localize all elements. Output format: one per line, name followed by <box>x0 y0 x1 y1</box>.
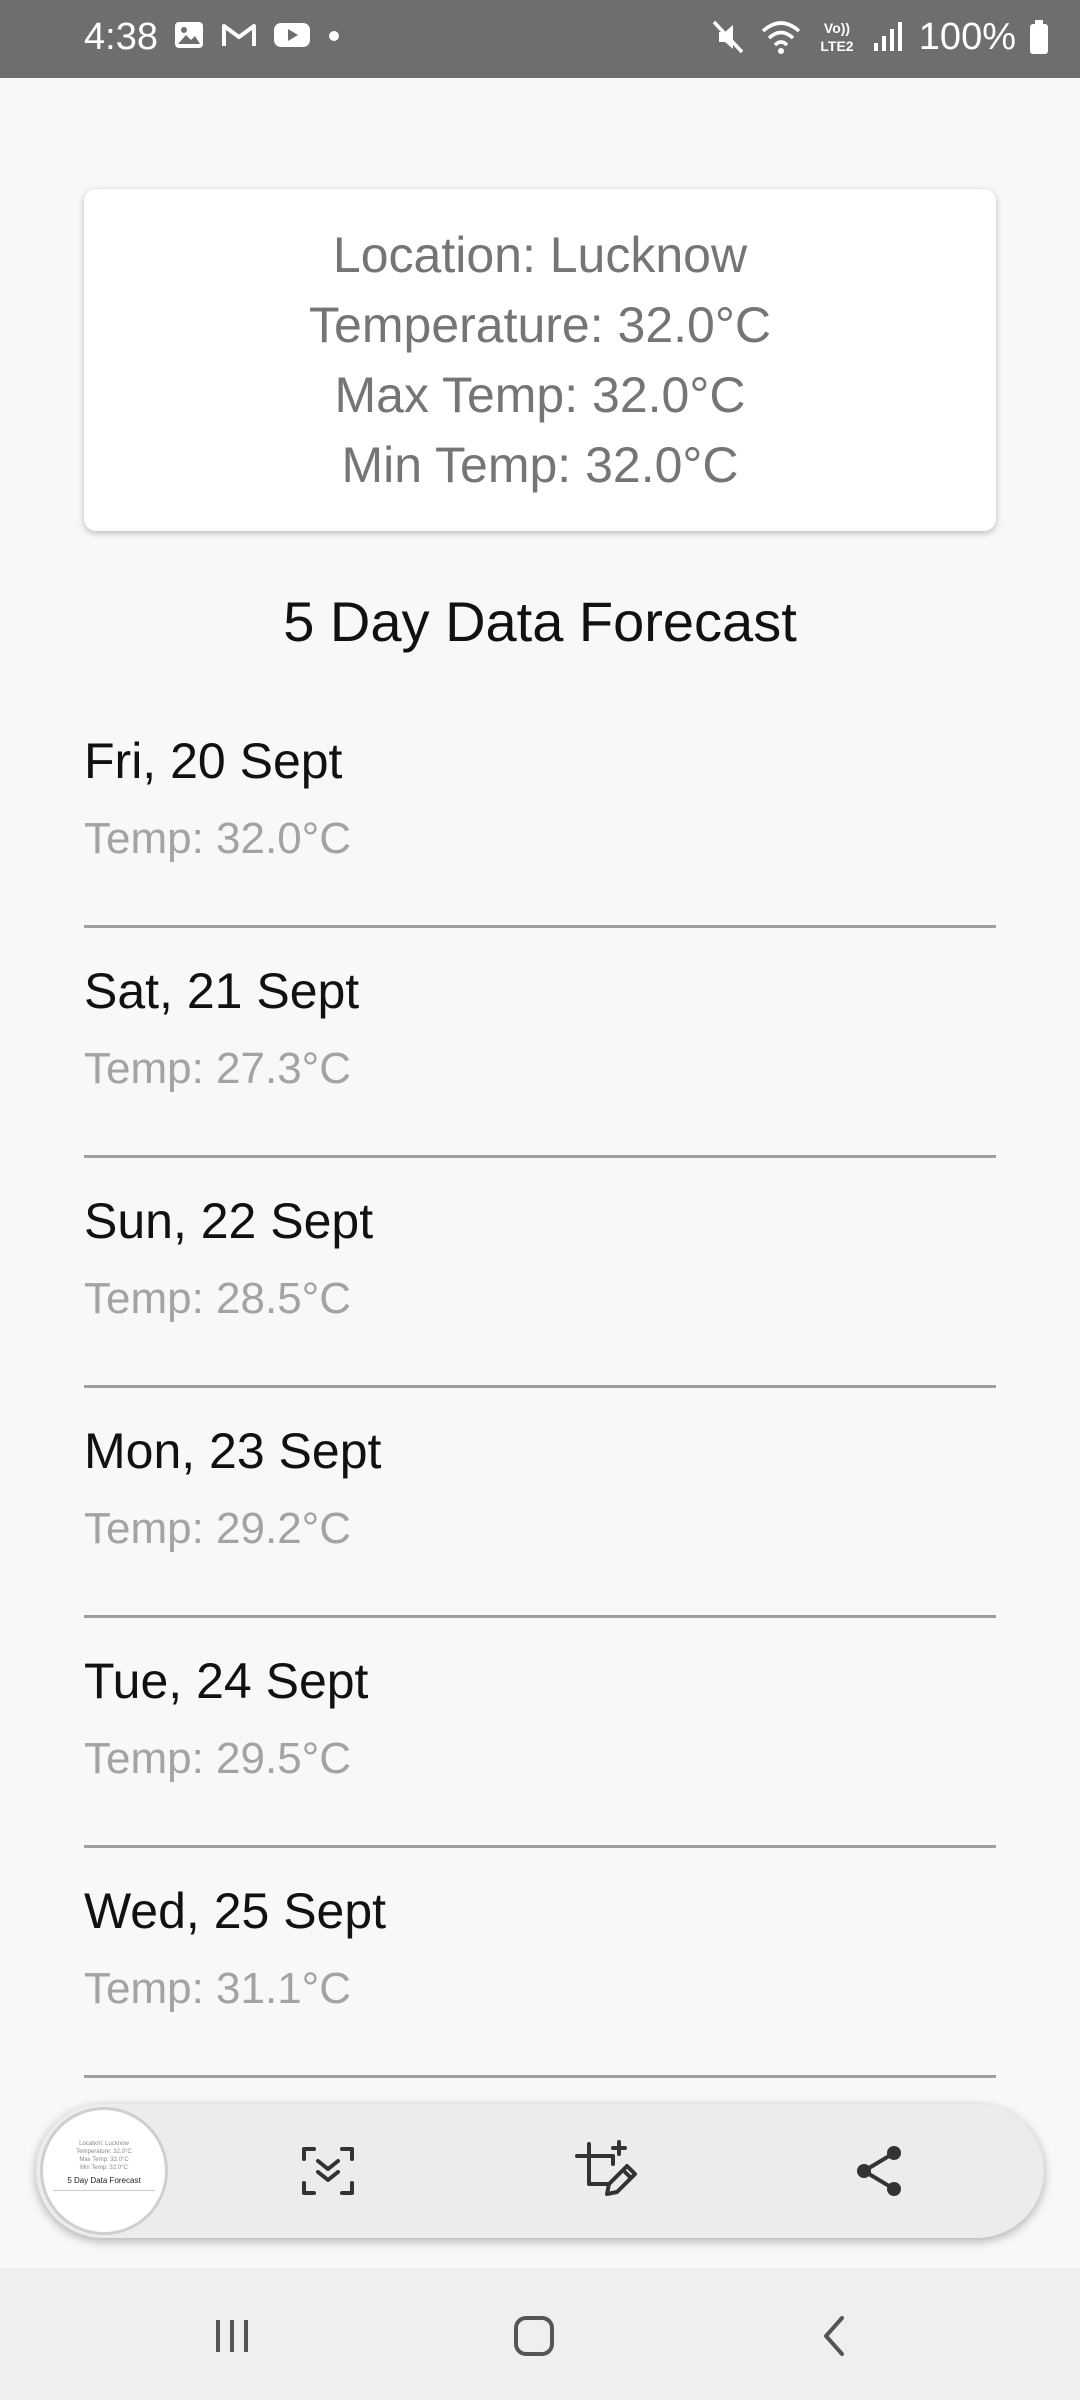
signal-icon <box>873 22 902 51</box>
forecast-temp: Temp: 31.1°C <box>84 1964 352 2013</box>
min-temp-text: Min Temp: 32.0°C <box>341 437 739 493</box>
forecast-item[interactable]: Sat, 21 Sept Temp: 27.3°C <box>84 930 996 1158</box>
wifi-icon <box>761 21 800 54</box>
forecast-item[interactable]: Fri, 20 Sept Temp: 32.0°C <box>84 700 996 928</box>
forecast-temp: Temp: 32.0°C <box>84 814 352 863</box>
forecast-date: Tue, 24 Sept <box>84 1653 369 1709</box>
home-button[interactable] <box>494 2304 574 2368</box>
thumbnail-temperature: Temperature: 32.0°C <box>76 2149 132 2155</box>
screenshot-thumbnail[interactable]: Location: Lucknow Temperature: 32.0°C Ma… <box>40 2107 168 2235</box>
thumbnail-title: 5 Day Data Forecast <box>67 2176 141 2185</box>
dot-icon <box>329 31 339 41</box>
back-button[interactable] <box>796 2304 876 2368</box>
forecast-temp: Temp: 28.5°C <box>84 1274 352 1323</box>
forecast-item[interactable]: Sun, 22 Sept Temp: 28.5°C <box>84 1160 996 1388</box>
forecast-item[interactable]: Mon, 23 Sept Temp: 29.2°C <box>84 1390 996 1618</box>
svg-text:Vo)): Vo)) <box>824 20 850 36</box>
scroll-capture-icon <box>302 2147 354 2195</box>
thumbnail-min-temp: Min Temp: 32.0°C <box>80 2165 128 2171</box>
share-icon <box>857 2146 901 2196</box>
notification-icons <box>172 18 342 52</box>
thumbnail-divider <box>53 2190 155 2191</box>
share-button[interactable] <box>846 2137 914 2205</box>
crop-edit-icon <box>575 2140 637 2196</box>
forecast-temp: Temp: 29.2°C <box>84 1504 352 1553</box>
forecast-date: Sun, 22 Sept <box>84 1193 374 1249</box>
forecast-list: Fri, 20 Sept Temp: 32.0°C Sat, 21 Sept T… <box>84 700 996 2080</box>
battery-icon <box>1030 20 1048 54</box>
forecast-temp: Temp: 29.5°C <box>84 1734 352 1783</box>
thumbnail-max-temp: Max Temp: 32.0°C <box>79 2157 129 2163</box>
forecast-item[interactable]: Tue, 24 Sept Temp: 29.5°C <box>84 1620 996 1848</box>
mute-icon <box>712 20 744 54</box>
forecast-date: Mon, 23 Sept <box>84 1423 382 1479</box>
forecast-date: Wed, 25 Sept <box>84 1883 387 1939</box>
current-weather-card: Location: Lucknow Temperature: 32.0°C Ma… <box>84 189 996 531</box>
system-status-icons: Vo)) LTE2 100% <box>709 14 1050 60</box>
screenshot-toolbar: Location: Lucknow Temperature: 32.0°C Ma… <box>36 2104 1044 2238</box>
back-icon <box>824 2316 844 2356</box>
youtube-icon <box>274 23 310 47</box>
gallery-icon <box>175 22 203 48</box>
forecast-item[interactable]: Wed, 25 Sept Temp: 31.1°C <box>84 1850 996 2078</box>
volte-icon: Vo)) LTE2 <box>820 20 853 54</box>
status-bar: 4:38 Vo)) LTE2 100% <box>0 0 1080 78</box>
thumbnail-location: Location: Lucknow <box>79 2141 129 2147</box>
crop-edit-button[interactable] <box>572 2137 640 2205</box>
battery-percentage: 100% <box>918 16 1016 58</box>
temperature-text: Temperature: 32.0°C <box>309 297 771 353</box>
gmail-icon <box>222 24 256 46</box>
recents-icon <box>216 2320 248 2352</box>
max-temp-text: Max Temp: 32.0°C <box>334 367 746 423</box>
navigation-bar <box>0 2268 1080 2400</box>
scroll-capture-button[interactable] <box>294 2137 362 2205</box>
forecast-title: 5 Day Data Forecast <box>283 590 797 653</box>
forecast-date: Fri, 20 Sept <box>84 733 343 789</box>
status-time: 4:38 <box>84 16 158 58</box>
svg-text:LTE2: LTE2 <box>820 38 853 54</box>
recents-button[interactable] <box>192 2304 272 2368</box>
home-icon <box>514 2316 554 2356</box>
forecast-date: Sat, 21 Sept <box>84 963 360 1019</box>
forecast-temp: Temp: 27.3°C <box>84 1044 352 1093</box>
location-text: Location: Lucknow <box>332 227 748 283</box>
